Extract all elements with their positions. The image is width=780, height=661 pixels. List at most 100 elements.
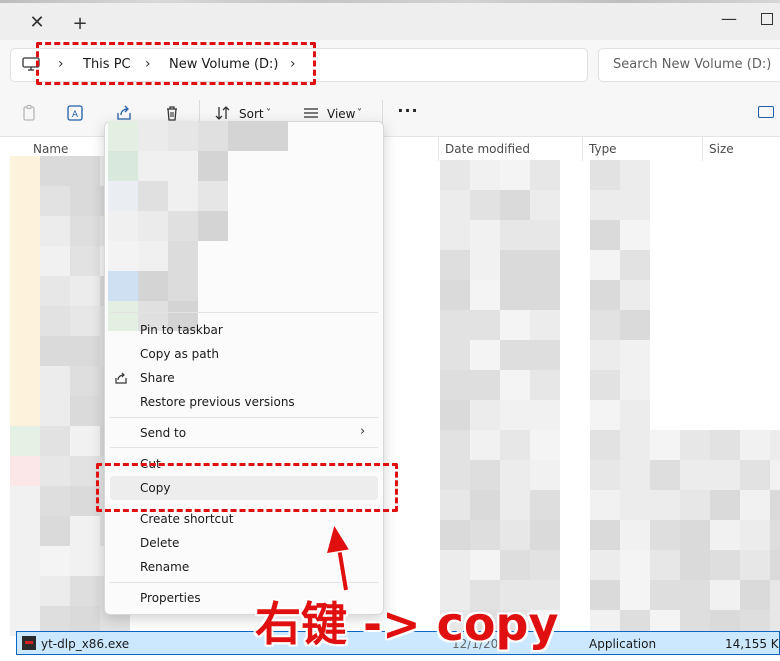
delete-icon[interactable] — [163, 104, 181, 122]
menu-item-delete[interactable]: Delete — [140, 536, 179, 550]
menu-item-copy-as-path[interactable]: Copy as path — [140, 347, 219, 361]
column-divider[interactable] — [438, 137, 439, 161]
blur-block — [620, 580, 650, 610]
blur-block — [108, 211, 138, 241]
menu-item-properties[interactable]: Properties — [140, 591, 201, 605]
share-icon — [115, 372, 127, 384]
column-divider[interactable] — [702, 137, 703, 161]
column-name[interactable]: Name — [33, 142, 68, 156]
share-icon[interactable] — [115, 104, 133, 122]
blur-block — [530, 160, 560, 190]
column-date-modified[interactable]: Date modified — [445, 142, 530, 156]
blur-block — [740, 550, 770, 580]
blur-block — [70, 306, 100, 336]
blur-block — [530, 280, 560, 310]
view-button[interactable]: View — [327, 106, 355, 122]
details-pane-icon[interactable] — [758, 106, 774, 118]
menu-item-share[interactable]: Share — [140, 371, 175, 385]
blur-block — [70, 396, 100, 426]
blur-block — [590, 280, 620, 310]
blur-block — [680, 580, 710, 610]
maximize-button[interactable] — [754, 10, 780, 30]
blur-block — [650, 550, 680, 580]
menu-item-send-to[interactable]: Send to — [140, 426, 186, 440]
blur-block — [440, 550, 470, 580]
blur-block — [70, 186, 100, 216]
blur-block — [168, 121, 198, 151]
menu-item-rename[interactable]: Rename — [140, 560, 189, 574]
blur-block — [680, 520, 710, 550]
blur-block — [500, 340, 530, 370]
blur-block — [590, 340, 620, 370]
blur-block — [70, 216, 100, 246]
file-name[interactable]: yt-dlp_x86.exe — [41, 637, 129, 651]
blur-block — [500, 370, 530, 400]
blur-block — [40, 576, 70, 606]
annotation-box-address — [36, 42, 316, 85]
blur-block — [470, 190, 500, 220]
blur-block — [710, 580, 740, 610]
close-tab-icon[interactable]: ✕ — [28, 14, 46, 32]
blur-block — [440, 160, 470, 190]
search-placeholder: Search New Volume (D:) — [613, 57, 772, 72]
blur-block — [530, 340, 560, 370]
blur-block — [590, 460, 620, 490]
menu-item-restore-previous-versions[interactable]: Restore previous versions — [140, 395, 295, 409]
blur-block — [40, 426, 70, 456]
blur-block — [530, 400, 560, 430]
blur-block — [70, 546, 100, 576]
more-options-icon[interactable]: ··· — [396, 103, 420, 122]
blur-block — [440, 370, 470, 400]
blur-block — [70, 366, 100, 396]
blur-block — [620, 550, 650, 580]
column-divider[interactable] — [582, 137, 583, 161]
blur-block — [680, 550, 710, 580]
blur-block — [740, 580, 770, 610]
paste-icon[interactable] — [20, 104, 38, 122]
blur-block — [590, 370, 620, 400]
new-tab-button[interactable]: + — [70, 14, 90, 34]
blur-block — [10, 486, 40, 516]
blur-block — [440, 280, 470, 310]
blur-block — [500, 490, 530, 520]
blur-block — [500, 460, 530, 490]
minimize-button[interactable]: — — [716, 10, 742, 30]
sort-icon[interactable] — [214, 104, 232, 122]
blur-block — [138, 121, 168, 151]
blur-block — [470, 340, 500, 370]
blur-block — [138, 181, 168, 211]
menu-item-pin-to-taskbar[interactable]: Pin to taskbar — [140, 323, 223, 337]
menu-item-create-shortcut[interactable]: Create shortcut — [140, 512, 233, 526]
blur-block — [740, 430, 770, 460]
blur-block — [470, 250, 500, 280]
sort-button[interactable]: Sort — [239, 106, 264, 122]
blur-block — [40, 246, 70, 276]
blur-block — [530, 520, 560, 550]
blur-block — [138, 241, 168, 271]
menu-separator — [110, 417, 378, 418]
blur-block — [70, 156, 100, 186]
blur-block — [710, 460, 740, 490]
blur-block — [530, 310, 560, 340]
blur-block — [440, 460, 470, 490]
chevron-down-icon[interactable]: ˅ — [266, 106, 271, 122]
file-size: 14,155 KB — [725, 637, 780, 651]
chevron-down-icon[interactable]: ˅ — [357, 106, 362, 122]
view-icon[interactable] — [302, 104, 320, 122]
blur-block — [168, 151, 198, 181]
blur-block — [590, 220, 620, 250]
rename-icon[interactable]: A — [66, 104, 84, 122]
blur-block — [168, 241, 198, 271]
blur-block — [70, 576, 100, 606]
blur-block — [500, 220, 530, 250]
column-type[interactable]: Type — [589, 142, 617, 156]
blur-block — [440, 310, 470, 340]
blur-block — [620, 220, 650, 250]
column-size[interactable]: Size — [709, 142, 734, 156]
blur-block — [168, 181, 198, 211]
blur-block — [40, 486, 70, 516]
blur-block — [10, 516, 40, 546]
blur-block — [770, 460, 780, 490]
submenu-chevron-icon: › — [360, 424, 366, 439]
blur-block — [198, 181, 228, 211]
